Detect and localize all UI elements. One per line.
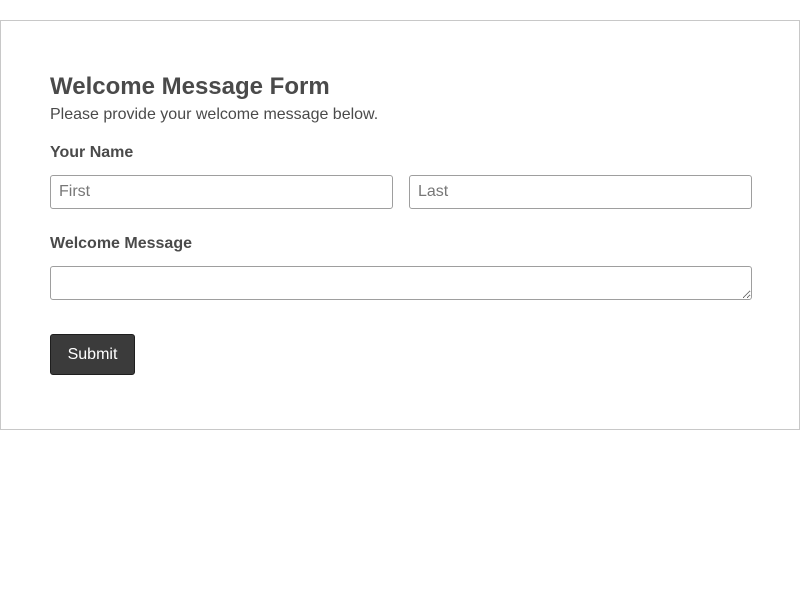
- name-row: [50, 175, 752, 209]
- first-name-input[interactable]: [50, 175, 393, 209]
- form-subtitle: Please provide your welcome message belo…: [50, 106, 379, 123]
- form-content: Welcome Message Form Please provide your…: [50, 73, 752, 375]
- welcome-message-label: Welcome Message: [50, 235, 192, 252]
- last-name-input[interactable]: [409, 175, 752, 209]
- welcome-message-textarea[interactable]: [50, 266, 752, 300]
- form-title: Welcome Message Form: [50, 73, 330, 100]
- submit-button[interactable]: Submit: [50, 334, 135, 375]
- name-label: Your Name: [50, 144, 134, 161]
- welcome-message-form: Welcome Message Form Please provide your…: [0, 20, 800, 430]
